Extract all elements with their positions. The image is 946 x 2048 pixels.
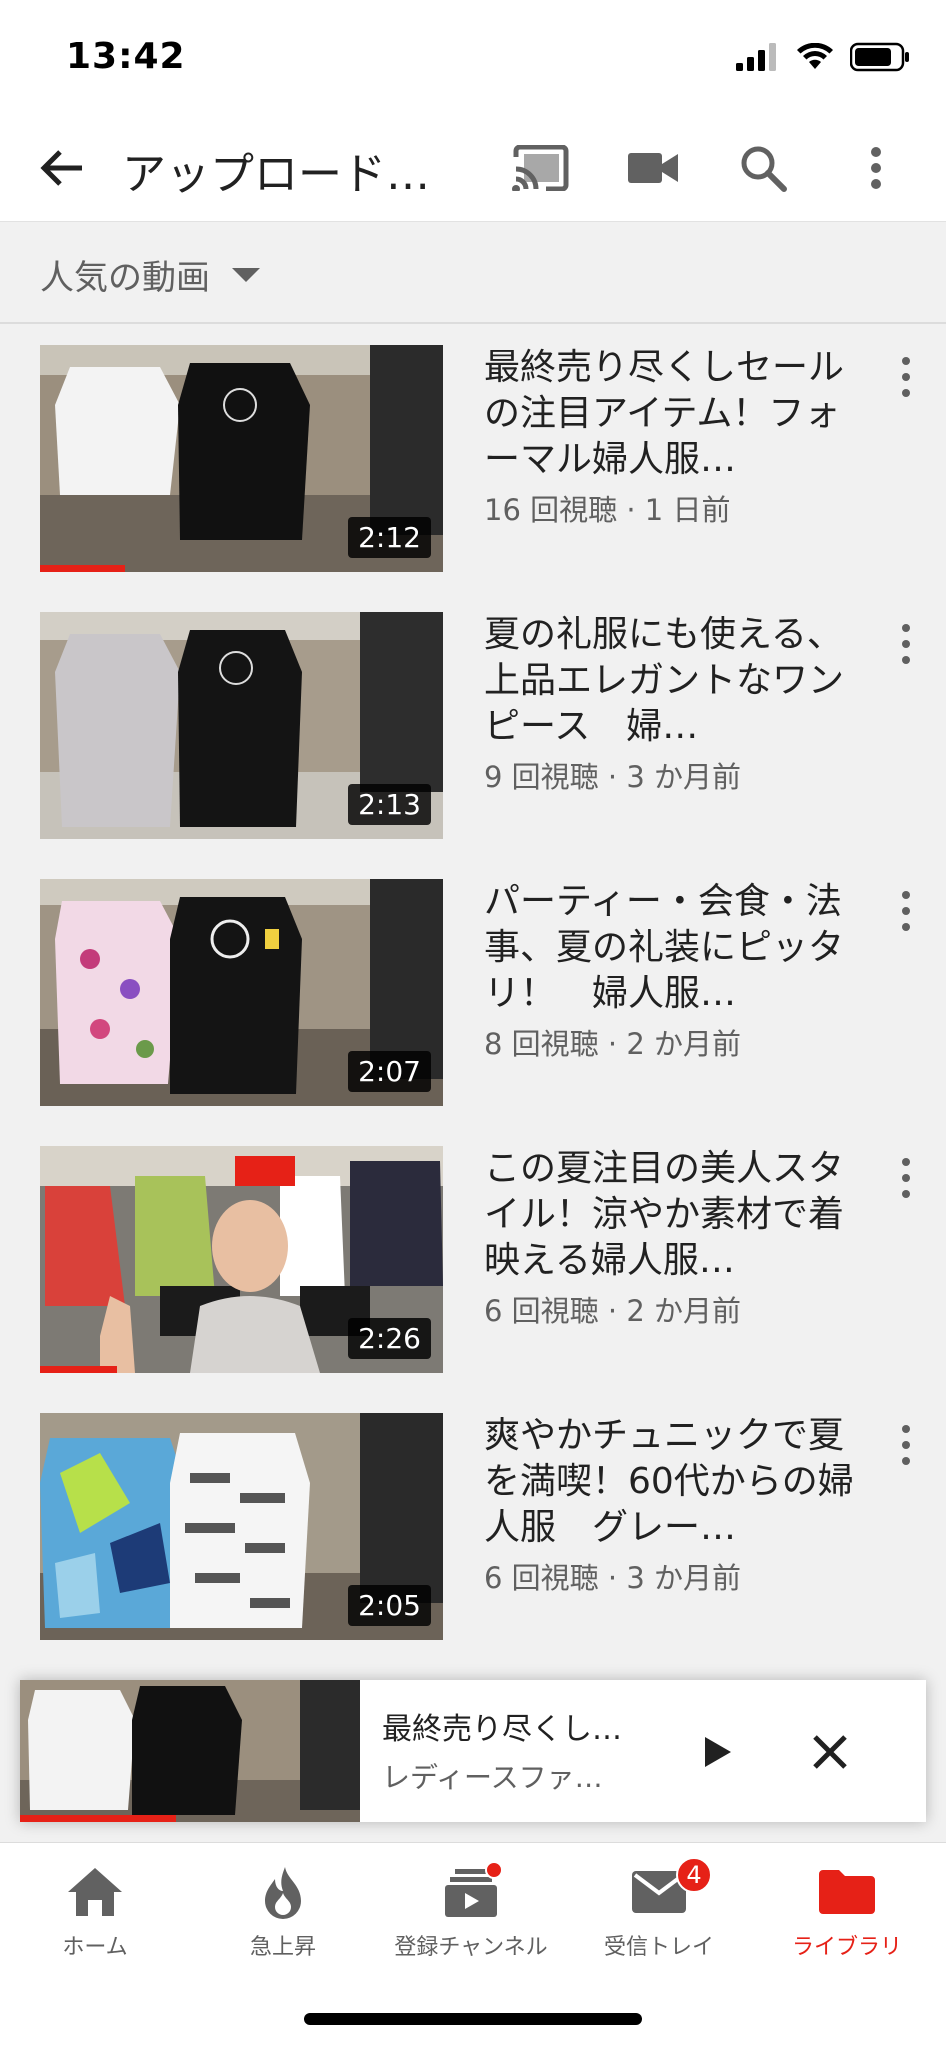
page-title: アップロード… [122,149,430,200]
video-thumbnail[interactable]: 2:13 [40,612,443,839]
folder-icon [819,1861,875,1923]
nav-label: 登録チャンネル [394,1935,548,1960]
back-button[interactable] [30,140,94,196]
close-icon [813,1735,847,1769]
video-thumbnail[interactable]: 2:12 [40,345,443,572]
more-vert-icon [871,147,881,189]
home-indicator [304,2013,642,2025]
mini-player-channel: レディースファ… [382,1761,603,1794]
thumbnail-image [20,1680,360,1822]
video-more-button[interactable] [886,1421,926,1469]
video-thumbnail[interactable]: 2:07 [40,879,443,1106]
nav-label: 急上昇 [249,1935,316,1960]
video-duration: 2:13 [348,784,431,825]
nav-item-trending[interactable]: 急上昇 [188,1861,378,1971]
video-title[interactable]: 爽やかチュニックで夏を満喫！60代からの婦人服 グレー… [484,1413,856,1551]
wifi-icon [797,43,833,69]
nav-item-inbox[interactable]: 4 受信トレイ [564,1857,754,1971]
video-title[interactable]: この夏注目の美人スタイル！涼やか素材で着映える婦人服… [484,1146,856,1284]
play-button[interactable] [690,1724,746,1780]
nav-item-subscriptions[interactable]: 登録チャンネル [376,1861,566,1971]
video-title[interactable]: 夏の礼服にも使える、上品エレガントなワンピース 婦… [484,612,856,750]
video-thumbnail[interactable]: 2:05 [40,1413,443,1640]
video-item[interactable]: 2:12 最終売り尽くしセールの注目アイテム！フォーマル婦人服… 16 回視聴 … [0,345,946,612]
mini-player-thumbnail[interactable] [20,1680,360,1822]
video-meta: 6 回視聴 · 2 か月前 [484,1294,741,1328]
cast-button[interactable] [508,138,574,198]
search-button[interactable] [732,138,794,198]
home-icon [66,1861,124,1923]
video-title[interactable]: 最終売り尽くしセールの注目アイテム！フォーマル婦人服… [484,345,856,483]
video-meta: 6 回視聴 · 3 か月前 [484,1561,741,1595]
flame-icon [261,1861,305,1923]
video-more-button[interactable] [886,620,926,668]
video-more-button[interactable] [886,353,926,401]
sort-label: 人気の動画 [40,258,210,298]
video-title[interactable]: パーティー・会食・法事、夏の礼装にピッタリ！ 婦人服… [484,879,856,1017]
video-item[interactable]: 2:26 この夏注目の美人スタイル！涼やか素材で着映える婦人服… 6 回視聴 ·… [0,1146,946,1413]
sort-dropdown[interactable]: 人気の動画 [0,222,946,324]
cast-icon [512,145,569,191]
nav-item-library[interactable]: ライブラリ [752,1861,942,1971]
mini-player-title: 最終売り尽くし… [382,1712,622,1747]
close-button[interactable] [798,1720,862,1784]
bottom-nav: ホーム 急上昇 登録チャンネル 4 受信トレイ ライブラリ [0,1842,946,2048]
video-duration: 2:26 [348,1318,431,1359]
video-meta: 16 回視聴 · 1 日前 [484,493,731,527]
mini-player-progress-bar [20,1815,177,1822]
signal-icon [736,43,776,71]
video-camera-icon [628,153,678,183]
video-more-button[interactable] [886,887,926,935]
more-options-button[interactable] [852,138,900,198]
nav-label: 受信トレイ [603,1935,714,1960]
nav-item-home[interactable]: ホーム [0,1861,190,1971]
app-bar: アップロード… [0,112,946,222]
video-item[interactable]: 2:05 爽やかチュニックで夏を満喫！60代からの婦人服 グレー… 6 回視聴 … [0,1413,946,1680]
status-bar: 13:42 [0,0,946,112]
video-item[interactable]: 2:13 夏の礼服にも使える、上品エレガントなワンピース 婦… 9 回視聴 · … [0,612,946,879]
notification-badge: 4 [676,1857,712,1893]
battery-icon [850,42,909,72]
upload-video-button[interactable] [622,138,684,198]
subscriptions-icon [445,1861,503,1923]
watch-progress-bar [40,1366,117,1373]
watch-progress-bar [40,565,125,572]
video-duration: 2:12 [348,517,431,558]
video-item[interactable]: 2:07 パーティー・会食・法事、夏の礼装にピッタリ！ 婦人服… 8 回視聴 ·… [0,879,946,1146]
search-icon [741,146,787,192]
mini-player[interactable]: 最終売り尽くし… レディースファ… [20,1680,926,1822]
video-meta: 8 回視聴 · 2 か月前 [484,1027,741,1061]
video-meta: 9 回視聴 · 3 か月前 [484,760,741,794]
back-arrow-icon [40,150,82,186]
video-more-button[interactable] [886,1154,926,1202]
inbox-icon: 4 [632,1857,712,1923]
nav-label: ライブラリ [791,1935,902,1960]
video-list: 2:12 最終売り尽くしセールの注目アイテム！フォーマル婦人服… 16 回視聴 … [0,345,946,1680]
new-content-dot [485,1861,503,1879]
video-duration: 2:05 [348,1585,431,1626]
video-duration: 2:07 [348,1051,431,1092]
status-icons [736,42,910,72]
dropdown-caret-icon [232,268,260,282]
nav-label: ホーム [62,1935,128,1960]
play-icon [705,1737,731,1767]
video-thumbnail[interactable]: 2:26 [40,1146,443,1373]
status-time: 13:42 [66,36,186,77]
